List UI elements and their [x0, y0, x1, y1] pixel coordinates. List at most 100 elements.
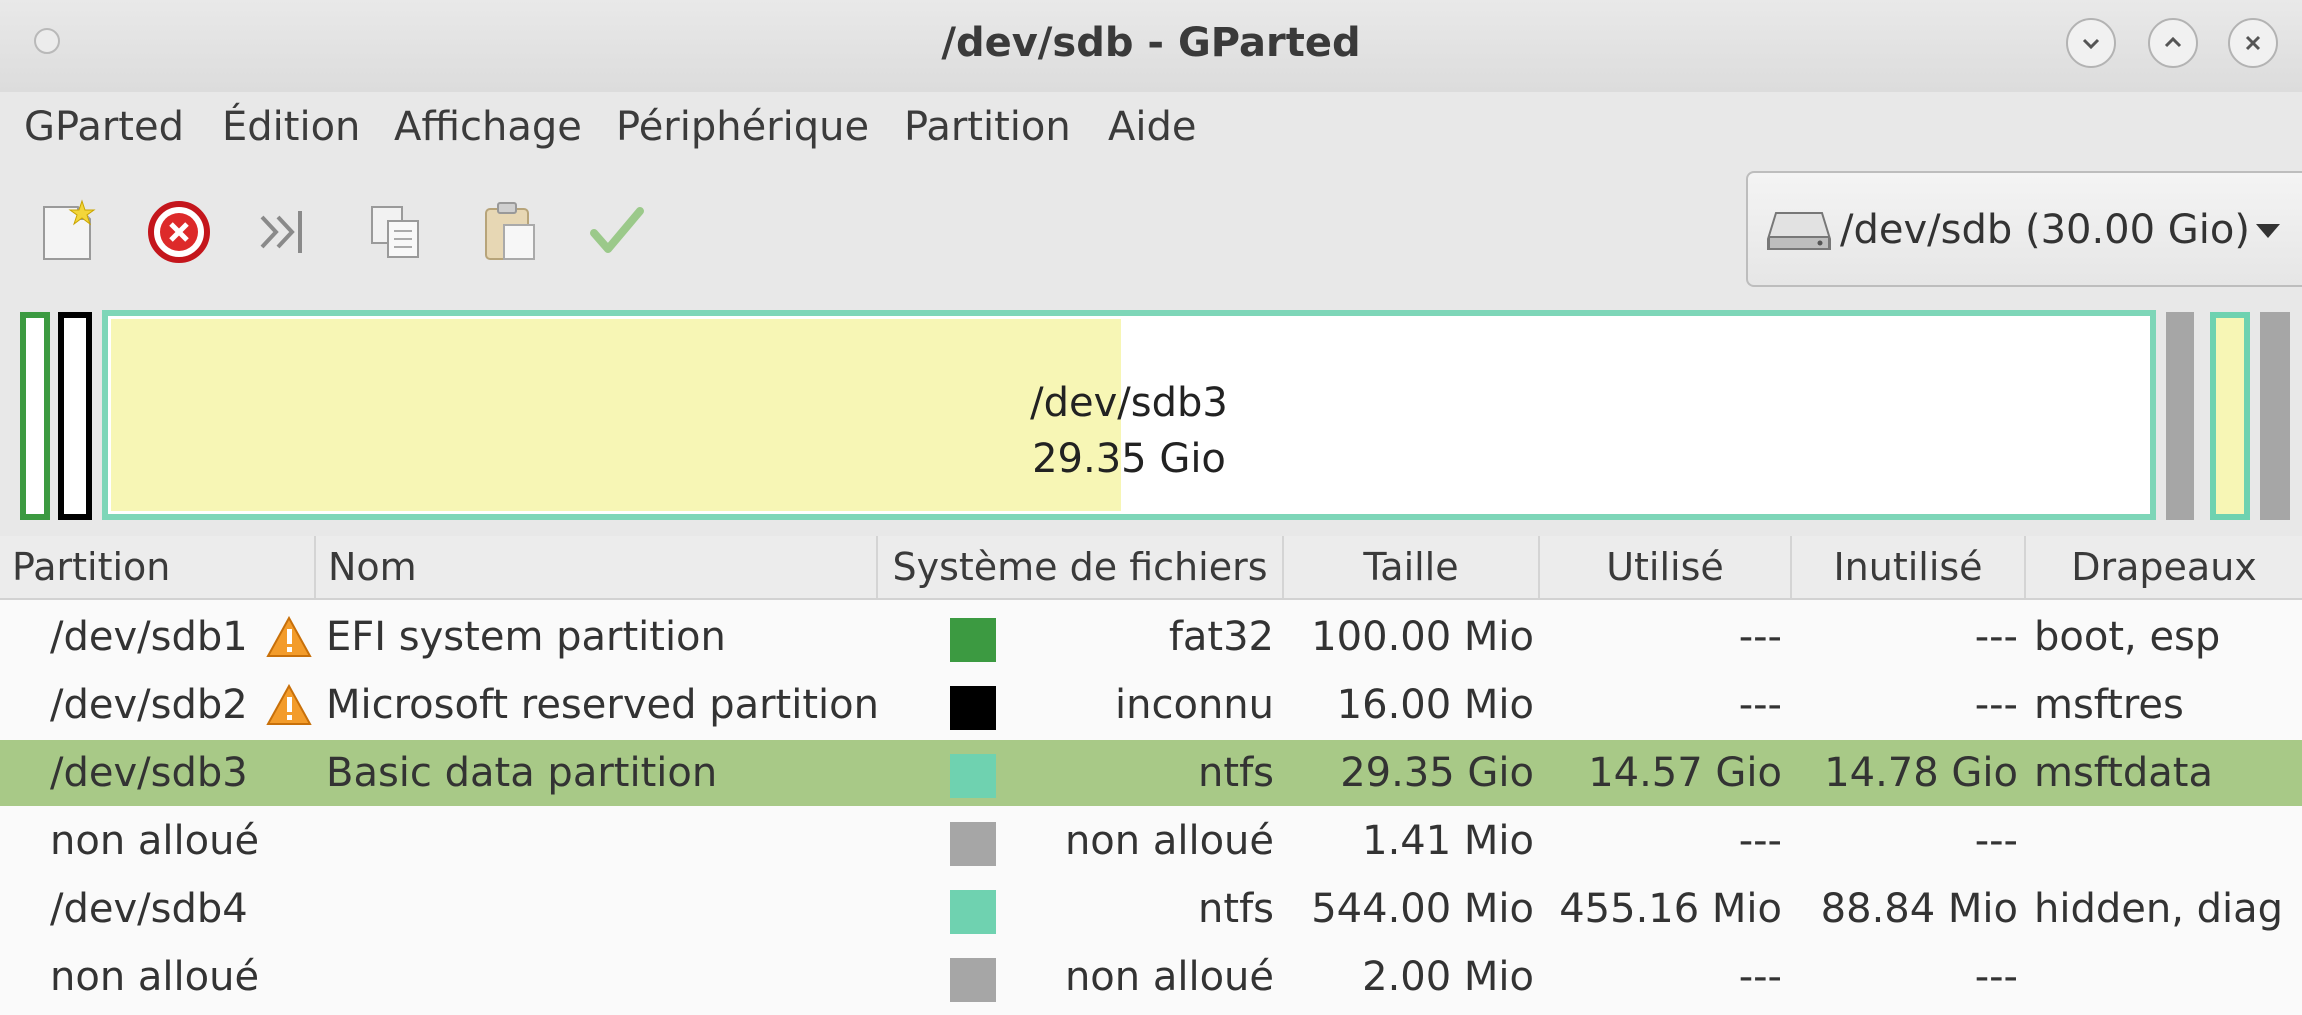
unused: ---: [1974, 954, 2018, 1000]
new-icon: [43, 199, 96, 260]
selected-partition-size: 29.35 Gio: [1032, 436, 1226, 482]
unused: ---: [1974, 682, 2018, 728]
filesystem: fat32: [1168, 614, 1274, 660]
filesystem: non alloué: [1064, 818, 1274, 864]
table-row[interactable]: non alloué non alloué 1.41 Mio --- ---: [0, 808, 2302, 874]
unused: ---: [1974, 818, 2018, 864]
menu-peripherique[interactable]: Périphérique: [616, 104, 869, 150]
menu-affichage[interactable]: Affichage: [394, 104, 582, 150]
menu-aide[interactable]: Aide: [1108, 104, 1196, 150]
used: ---: [1738, 954, 1782, 1000]
filesystem-color-swatch: [950, 754, 996, 798]
used: ---: [1738, 818, 1782, 864]
filesystem-color-swatch: [950, 618, 996, 662]
close-button[interactable]: [2228, 18, 2278, 68]
resize-move-icon: [260, 211, 302, 253]
column-inutilise[interactable]: Inutilisé: [1792, 536, 2026, 598]
table-row[interactable]: /dev/sdb1 EFI system partition fat32 100.00…: [0, 604, 2302, 670]
size: 544.00 Mio: [1311, 886, 1534, 932]
table-row[interactable]: /dev/sdb3 Basic data partition ntfs 29.35 G…: [0, 740, 2302, 806]
flags: boot, esp: [2034, 614, 2221, 660]
partition-path: non alloué: [50, 954, 260, 1000]
disk-segment-sdb3[interactable]: /dev/sdb3 29.35 Gio: [102, 310, 2156, 520]
flags: hidden, diag: [2034, 886, 2284, 932]
hard-drive-icon: [1767, 212, 1831, 250]
flags: msftdata: [2034, 750, 2213, 796]
flags: msftres: [2034, 682, 2184, 728]
partition-path: /dev/sdb2: [50, 682, 248, 728]
delete-icon: [148, 201, 210, 263]
disk-map: /dev/sdb3 29.35 Gio: [0, 306, 2302, 528]
close-icon: [2245, 35, 2261, 51]
disk-segment-unallocated-2[interactable]: [2260, 312, 2290, 520]
warning-icon: [266, 616, 312, 657]
table-row[interactable]: /dev/sdb2 Microsoft reserved partition inc…: [0, 672, 2302, 738]
used: 14.57 Gio: [1588, 750, 1782, 796]
maximize-button[interactable]: [2148, 18, 2198, 68]
apply-icon: [590, 207, 644, 253]
disk-segment-sdb2[interactable]: [58, 312, 92, 520]
filesystem-color-swatch: [950, 686, 996, 730]
device-selector[interactable]: /dev/sdb (30.00 Gio): [1746, 171, 2302, 287]
disk-segment-sdb4[interactable]: [2210, 312, 2250, 520]
chevron-down-icon: [2082, 38, 2100, 50]
partition-path: /dev/sdb4: [50, 886, 248, 932]
copy-button[interactable]: [362, 197, 432, 267]
column-taille[interactable]: Taille: [1284, 536, 1540, 598]
column-nom[interactable]: Nom: [316, 536, 878, 598]
delete-partition-button[interactable]: [144, 197, 214, 267]
filesystem: ntfs: [1198, 750, 1274, 796]
paste-icon: [485, 202, 535, 260]
partition-path: /dev/sdb3: [50, 750, 248, 796]
menu-bar: GParted Édition Affichage Périphérique P…: [0, 96, 2302, 164]
filesystem-color-swatch: [950, 958, 996, 1002]
table-row[interactable]: /dev/sdb4 ntfs 544.00 Mio 455.16 Mio 88.84 M…: [0, 876, 2302, 942]
used: ---: [1738, 682, 1782, 728]
minimize-button[interactable]: [2066, 18, 2116, 68]
partition-name: Basic data partition: [326, 750, 718, 796]
column-utilise[interactable]: Utilisé: [1540, 536, 1792, 598]
filesystem: inconnu: [1115, 682, 1274, 728]
chevron-up-icon: [2164, 36, 2182, 48]
selected-partition-name: /dev/sdb3: [1030, 380, 1228, 426]
column-partition[interactable]: Partition: [0, 536, 316, 598]
size: 100.00 Mio: [1311, 614, 1534, 660]
partition-name: EFI system partition: [326, 614, 726, 660]
filesystem-color-swatch: [950, 890, 996, 934]
column-drapeaux[interactable]: Drapeaux: [2026, 536, 2302, 598]
toolbar: /dev/sdb (30.00 Gio): [0, 165, 2302, 305]
resize-move-button[interactable]: [254, 197, 324, 267]
partition-table: Partition Nom Système de fichiers Taille…: [0, 536, 2302, 1015]
unused: 14.78 Gio: [1824, 750, 2018, 796]
size: 2.00 Mio: [1362, 954, 1534, 1000]
filesystem: non alloué: [1064, 954, 1274, 1000]
partition-name: Microsoft reserved partition: [326, 682, 879, 728]
dropdown-arrow-icon: [2256, 224, 2280, 238]
size: 29.35 Gio: [1340, 750, 1534, 796]
partition-path: non alloué: [50, 818, 260, 864]
apply-button[interactable]: [582, 197, 652, 267]
used: 455.16 Mio: [1559, 886, 1782, 932]
paste-button[interactable]: [474, 197, 544, 267]
menu-edition[interactable]: Édition: [222, 104, 360, 150]
table-row[interactable]: non alloué non alloué 2.00 Mio --- ---: [0, 944, 2302, 1010]
device-selector-label: /dev/sdb (30.00 Gio): [1840, 207, 2250, 253]
filesystem: ntfs: [1198, 886, 1274, 932]
table-header: Partition Nom Système de fichiers Taille…: [0, 536, 2302, 600]
partition-path: /dev/sdb1: [50, 614, 248, 660]
title-bar[interactable]: /dev/sdb - GParted: [0, 0, 2302, 92]
size: 1.41 Mio: [1362, 818, 1534, 864]
size: 16.00 Mio: [1336, 682, 1534, 728]
gparted-window: /dev/sdb - GParted GParted Édition Affic…: [0, 0, 2302, 1015]
filesystem-color-swatch: [950, 822, 996, 866]
unused: ---: [1974, 614, 2018, 660]
new-partition-button[interactable]: [34, 197, 104, 267]
unused: 88.84 Mio: [1820, 886, 2018, 932]
menu-partition[interactable]: Partition: [904, 104, 1071, 150]
menu-gparted[interactable]: GParted: [24, 104, 184, 150]
column-systeme-de-fichiers[interactable]: Système de fichiers: [878, 536, 1284, 598]
used: ---: [1738, 614, 1782, 660]
disk-segment-sdb1[interactable]: [20, 312, 50, 520]
window-title: /dev/sdb - GParted: [941, 20, 1361, 66]
disk-segment-unallocated-1[interactable]: [2166, 312, 2194, 520]
